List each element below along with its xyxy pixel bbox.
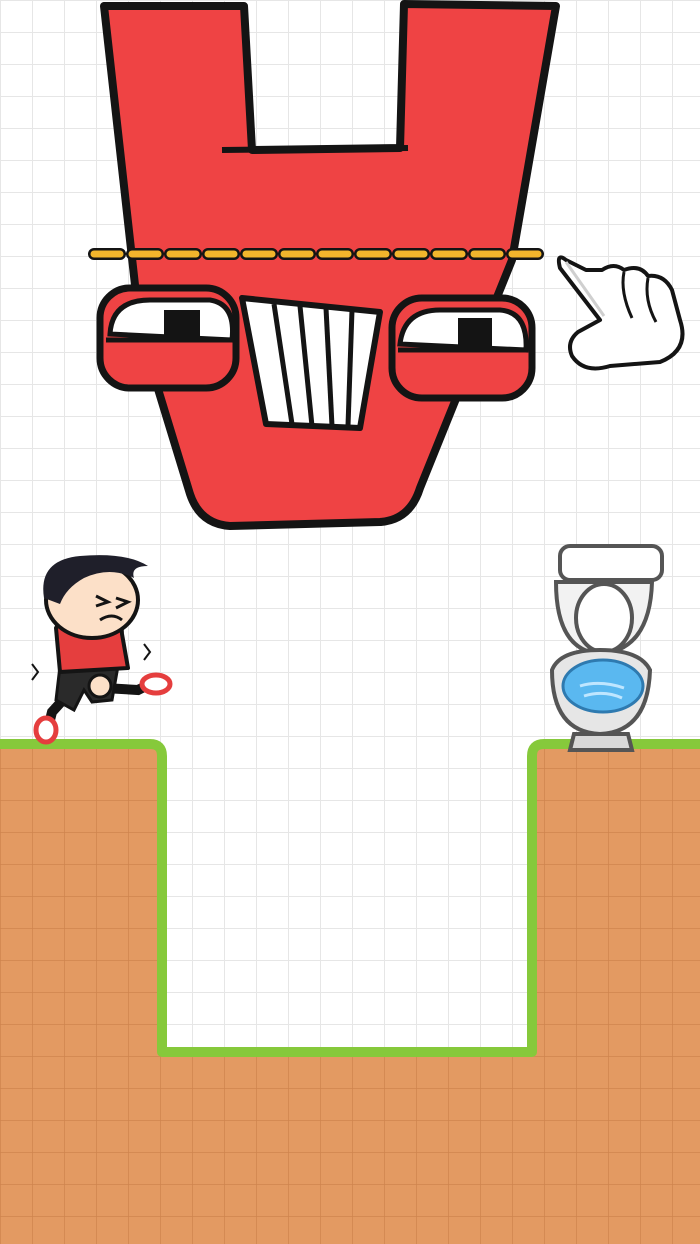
monster-left-eye xyxy=(96,284,240,392)
terrain xyxy=(0,739,700,1244)
game-scene xyxy=(0,0,700,1244)
pointing-hand-icon xyxy=(556,255,685,371)
boy-character xyxy=(31,555,173,745)
monster-top-shadow xyxy=(221,145,409,153)
toilet-icon xyxy=(549,544,664,752)
monster-right-eye xyxy=(388,294,536,402)
left-ledge xyxy=(0,744,700,1244)
monster-teeth xyxy=(239,295,383,431)
red-letter-monster[interactable] xyxy=(96,0,560,530)
monster-body xyxy=(100,0,560,530)
